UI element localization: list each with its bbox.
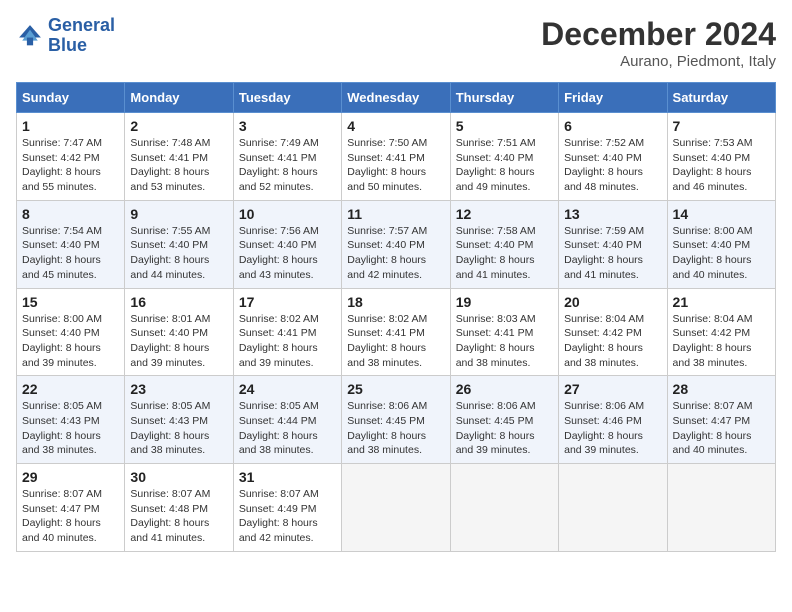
col-wednesday: Wednesday bbox=[342, 83, 450, 113]
table-row: 26 Sunrise: 8:06 AMSunset: 4:45 PMDaylig… bbox=[450, 376, 558, 464]
table-row: 13 Sunrise: 7:59 AMSunset: 4:40 PMDaylig… bbox=[559, 200, 667, 288]
table-row: 9 Sunrise: 7:55 AMSunset: 4:40 PMDayligh… bbox=[125, 200, 233, 288]
table-row: 31 Sunrise: 8:07 AMSunset: 4:49 PMDaylig… bbox=[233, 464, 341, 552]
table-row: 30 Sunrise: 8:07 AMSunset: 4:48 PMDaylig… bbox=[125, 464, 233, 552]
table-row: 20 Sunrise: 8:04 AMSunset: 4:42 PMDaylig… bbox=[559, 288, 667, 376]
col-saturday: Saturday bbox=[667, 83, 775, 113]
table-row: 14 Sunrise: 8:00 AMSunset: 4:40 PMDaylig… bbox=[667, 200, 775, 288]
table-row: 1 Sunrise: 7:47 AMSunset: 4:42 PMDayligh… bbox=[17, 113, 125, 201]
calendar-week-row: 29 Sunrise: 8:07 AMSunset: 4:47 PMDaylig… bbox=[17, 464, 776, 552]
table-row: 5 Sunrise: 7:51 AMSunset: 4:40 PMDayligh… bbox=[450, 113, 558, 201]
table-row: 22 Sunrise: 8:05 AMSunset: 4:43 PMDaylig… bbox=[17, 376, 125, 464]
table-row: 11 Sunrise: 7:57 AMSunset: 4:40 PMDaylig… bbox=[342, 200, 450, 288]
calendar-table: Sunday Monday Tuesday Wednesday Thursday… bbox=[16, 82, 776, 552]
table-row: 2 Sunrise: 7:48 AMSunset: 4:41 PMDayligh… bbox=[125, 113, 233, 201]
col-sunday: Sunday bbox=[17, 83, 125, 113]
location-subtitle: Aurano, Piedmont, Italy bbox=[541, 53, 776, 70]
logo: General Blue bbox=[16, 16, 115, 56]
table-row: 16 Sunrise: 8:01 AMSunset: 4:40 PMDaylig… bbox=[125, 288, 233, 376]
table-row: 10 Sunrise: 7:56 AMSunset: 4:40 PMDaylig… bbox=[233, 200, 341, 288]
calendar-week-row: 1 Sunrise: 7:47 AMSunset: 4:42 PMDayligh… bbox=[17, 113, 776, 201]
empty-cell bbox=[559, 464, 667, 552]
table-row: 19 Sunrise: 8:03 AMSunset: 4:41 PMDaylig… bbox=[450, 288, 558, 376]
table-row: 6 Sunrise: 7:52 AMSunset: 4:40 PMDayligh… bbox=[559, 113, 667, 201]
calendar-week-row: 15 Sunrise: 8:00 AMSunset: 4:40 PMDaylig… bbox=[17, 288, 776, 376]
page-header: General Blue December 2024 Aurano, Piedm… bbox=[16, 16, 776, 70]
month-title: December 2024 bbox=[541, 16, 776, 53]
table-row: 27 Sunrise: 8:06 AMSunset: 4:46 PMDaylig… bbox=[559, 376, 667, 464]
logo-icon bbox=[16, 22, 44, 50]
table-row: 15 Sunrise: 8:00 AMSunset: 4:40 PMDaylig… bbox=[17, 288, 125, 376]
table-row: 25 Sunrise: 8:06 AMSunset: 4:45 PMDaylig… bbox=[342, 376, 450, 464]
table-row: 28 Sunrise: 8:07 AMSunset: 4:47 PMDaylig… bbox=[667, 376, 775, 464]
col-thursday: Thursday bbox=[450, 83, 558, 113]
table-row: 29 Sunrise: 8:07 AMSunset: 4:47 PMDaylig… bbox=[17, 464, 125, 552]
table-row: 24 Sunrise: 8:05 AMSunset: 4:44 PMDaylig… bbox=[233, 376, 341, 464]
calendar-week-row: 8 Sunrise: 7:54 AMSunset: 4:40 PMDayligh… bbox=[17, 200, 776, 288]
table-row: 23 Sunrise: 8:05 AMSunset: 4:43 PMDaylig… bbox=[125, 376, 233, 464]
col-tuesday: Tuesday bbox=[233, 83, 341, 113]
col-monday: Monday bbox=[125, 83, 233, 113]
empty-cell bbox=[667, 464, 775, 552]
table-row: 18 Sunrise: 8:02 AMSunset: 4:41 PMDaylig… bbox=[342, 288, 450, 376]
table-row: 3 Sunrise: 7:49 AMSunset: 4:41 PMDayligh… bbox=[233, 113, 341, 201]
calendar-header-row: Sunday Monday Tuesday Wednesday Thursday… bbox=[17, 83, 776, 113]
table-row: 7 Sunrise: 7:53 AMSunset: 4:40 PMDayligh… bbox=[667, 113, 775, 201]
title-block: December 2024 Aurano, Piedmont, Italy bbox=[541, 16, 776, 70]
table-row: 8 Sunrise: 7:54 AMSunset: 4:40 PMDayligh… bbox=[17, 200, 125, 288]
empty-cell bbox=[450, 464, 558, 552]
table-row: 21 Sunrise: 8:04 AMSunset: 4:42 PMDaylig… bbox=[667, 288, 775, 376]
logo-text: General Blue bbox=[48, 16, 115, 56]
table-row: 12 Sunrise: 7:58 AMSunset: 4:40 PMDaylig… bbox=[450, 200, 558, 288]
col-friday: Friday bbox=[559, 83, 667, 113]
calendar-week-row: 22 Sunrise: 8:05 AMSunset: 4:43 PMDaylig… bbox=[17, 376, 776, 464]
empty-cell bbox=[342, 464, 450, 552]
table-row: 4 Sunrise: 7:50 AMSunset: 4:41 PMDayligh… bbox=[342, 113, 450, 201]
table-row: 17 Sunrise: 8:02 AMSunset: 4:41 PMDaylig… bbox=[233, 288, 341, 376]
